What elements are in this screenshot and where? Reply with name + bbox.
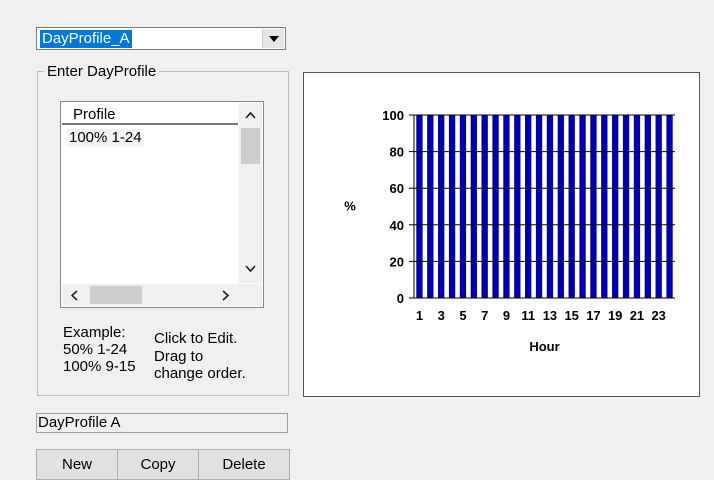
bar-hour-10 (514, 115, 521, 298)
bar-hour-11 (525, 115, 532, 298)
y-tick-label: 0 (397, 291, 404, 306)
bar-hour-9 (503, 115, 510, 298)
chevron-right-icon[interactable] (222, 290, 230, 301)
horizontal-scrollbar[interactable] (62, 284, 239, 306)
new-button[interactable]: New (36, 449, 118, 480)
x-tick-label: 5 (459, 308, 466, 323)
y-axis-label: % (344, 199, 356, 214)
chevron-down-icon[interactable] (245, 265, 256, 273)
bar-hour-8 (492, 115, 499, 298)
dropdown-button[interactable] (262, 29, 284, 48)
profile-chart: 0204060801001 3 5 7 9 11 13 15 17 19 21 23Hour% (344, 108, 675, 354)
profile-chart-panel: 0 20 40 60 80 100 1 3 5 7 9 11 13 15 17 19 21 23 Hour% (303, 72, 700, 397)
example-line-2: 100% 9-15 (63, 358, 136, 375)
vertical-scrollbar[interactable] (239, 103, 262, 283)
y-tick-label: 80 (390, 145, 404, 160)
bar-hour-4 (448, 115, 456, 298)
group-title: Enter DayProfile (44, 63, 160, 80)
profile-listbox[interactable]: Profile 100% 1-24 (60, 101, 264, 308)
profile-name-field[interactable]: DayProfile A (36, 413, 288, 433)
y-tick-label: 20 (390, 254, 404, 269)
hint-line-3: change order. (154, 365, 246, 382)
x-tick-label: 21 (630, 308, 644, 323)
bar-hour-17 (590, 115, 597, 298)
bar-hour-12 (535, 115, 543, 298)
bar-hour-2 (427, 115, 434, 298)
y-tick-label: 100 (382, 108, 404, 123)
y-tick-label: 40 (390, 218, 404, 233)
bar-hour-16 (579, 115, 586, 298)
example-title: Example: (63, 324, 126, 341)
x-tick-label: 23 (651, 308, 665, 323)
x-tick-label: 17 (586, 308, 600, 323)
bar-hour-15 (568, 115, 575, 298)
bar-hour-14 (557, 115, 564, 298)
column-header-label: Profile (73, 106, 116, 123)
example-line-1: 50% 1-24 (63, 341, 128, 358)
bar-hour-18 (601, 115, 608, 298)
x-tick-label: 9 (503, 308, 510, 323)
delete-button[interactable]: Delete (198, 449, 290, 480)
bar-hour-24 (666, 115, 673, 298)
bar-hour-23 (655, 115, 662, 298)
bar-hour-7 (481, 115, 488, 298)
vertical-scroll-thumb[interactable] (241, 128, 260, 164)
chevron-down-icon (268, 35, 279, 42)
x-tick-label: 3 (438, 308, 445, 323)
bar-hour-6 (470, 115, 477, 298)
profile-dropdown-value: DayProfile_A (40, 30, 132, 48)
list-column-header[interactable]: Profile (62, 103, 238, 125)
x-tick-label: 7 (481, 308, 488, 323)
horizontal-scroll-thumb[interactable] (90, 286, 142, 304)
bar-hour-1 (416, 115, 423, 298)
x-tick-label: 19 (608, 308, 622, 323)
profile-dropdown[interactable]: DayProfile_A (36, 27, 286, 50)
bar-hour-3 (438, 115, 445, 298)
x-tick-label: 11 (521, 308, 535, 323)
bar-hour-13 (546, 115, 554, 298)
bar-hour-21 (633, 115, 641, 298)
chevron-up-icon[interactable] (245, 111, 256, 119)
x-tick-label: 13 (543, 308, 557, 323)
list-item[interactable]: 100% 1-24 (67, 129, 144, 147)
bar-hour-5 (459, 115, 467, 298)
x-axis-label: Hour (529, 339, 559, 354)
x-tick-label: 1 (416, 308, 423, 323)
copy-button[interactable]: Copy (117, 449, 199, 480)
chevron-left-icon[interactable] (70, 290, 78, 301)
y-tick-label: 60 (390, 181, 404, 196)
bar-hour-22 (644, 115, 651, 298)
hint-line-1: Click to Edit. (154, 330, 238, 347)
bar-hour-20 (622, 115, 630, 298)
scrollbar-corner (239, 284, 262, 306)
bar-hour-19 (612, 115, 619, 298)
x-tick-label: 15 (564, 308, 578, 323)
hint-line-2: Drag to (154, 348, 204, 365)
